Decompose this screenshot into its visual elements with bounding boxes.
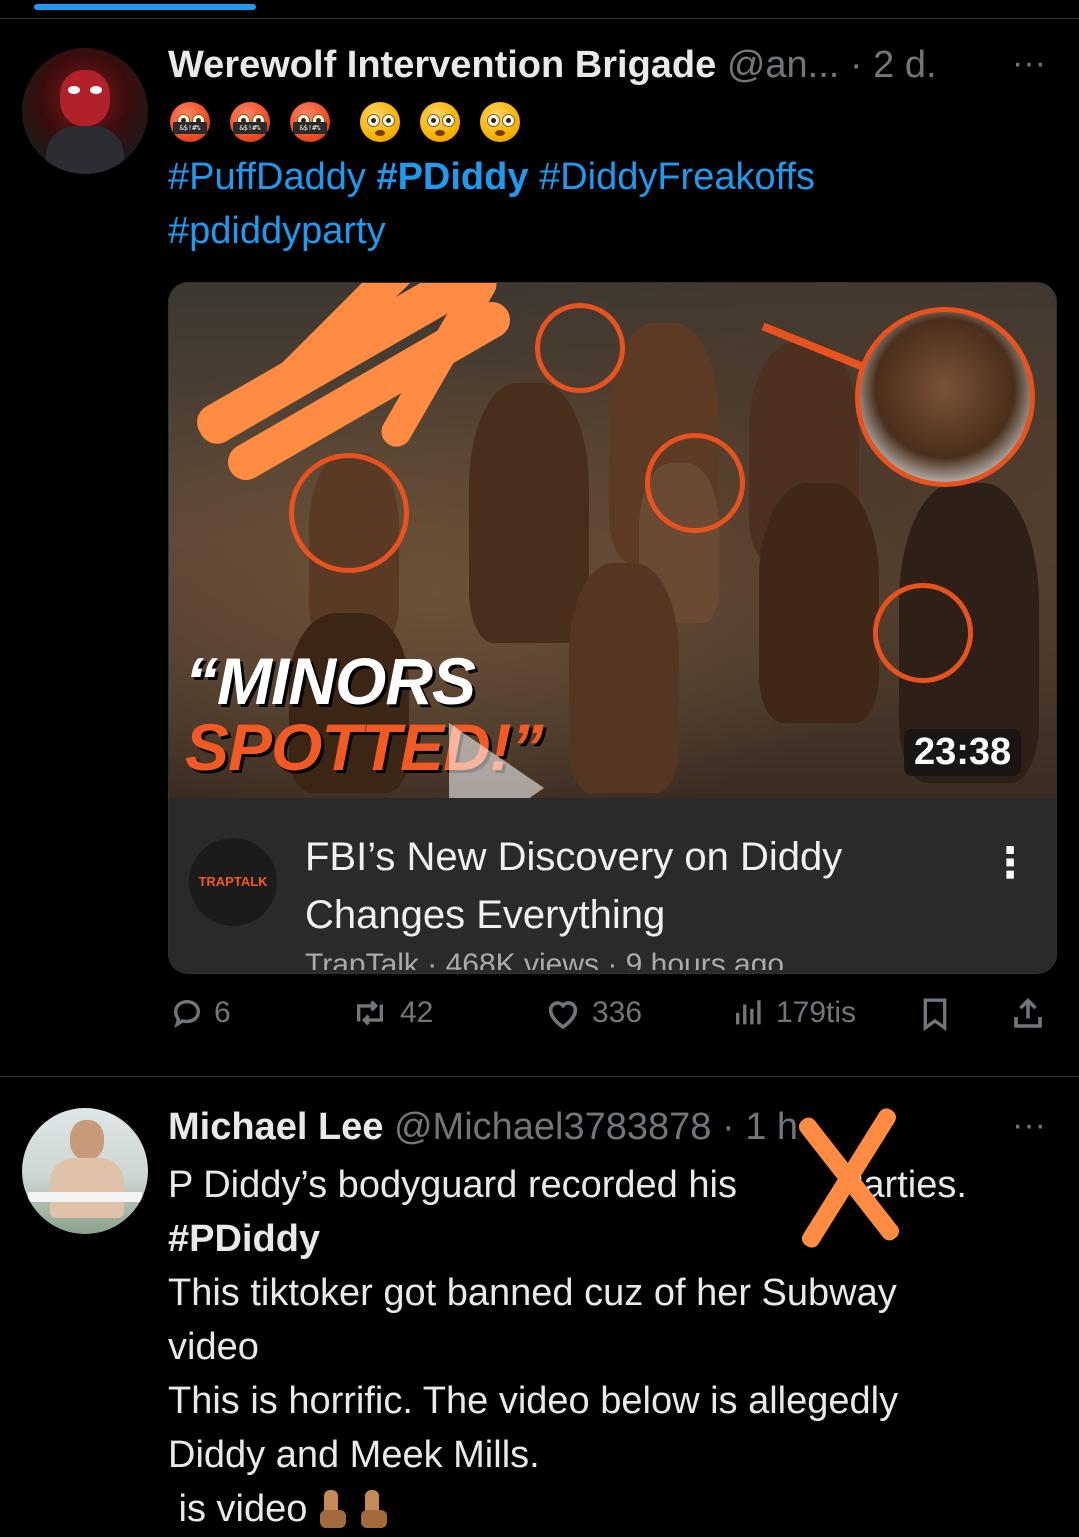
separator: ·: [722, 1106, 735, 1148]
tweet-text: This is horrific. The video below is all…: [168, 1380, 899, 1422]
display-name[interactable]: Werewolf Intervention Brigade: [168, 44, 716, 86]
tweet-text: P Diddy’s bodyguard recorded his: [168, 1164, 748, 1206]
angry-face-icon: &$!#%: [230, 102, 270, 142]
tweet-text: This tiktoker got banned cuz of her Subw…: [168, 1272, 897, 1314]
tweet-text-line: P Diddy’s bodyguard recorded his Parties…: [168, 1158, 1048, 1212]
video-info-bar: TRAPTALK FBI’s New Discovery on Diddy Ch…: [169, 798, 1056, 973]
view-count: 179tis: [776, 996, 857, 1029]
display-name[interactable]: Michael Lee: [168, 1106, 383, 1148]
timestamp[interactable]: 2 d.: [873, 44, 936, 86]
avatar[interactable]: [22, 48, 148, 174]
angry-face-icon: &$!#%: [170, 102, 210, 142]
channel-logo[interactable]: TRAPTALK: [189, 838, 277, 926]
handle[interactable]: @Michael3783878: [394, 1106, 711, 1148]
bar-chart-icon: [735, 1000, 761, 1025]
more-options-icon[interactable]: ···: [1012, 1106, 1046, 1145]
redaction-x-mark: [790, 1104, 910, 1254]
tweet-text: video: [168, 1326, 259, 1368]
share-button[interactable]: [1010, 996, 1046, 1032]
hashtag-link[interactable]: #PDiddy: [168, 1212, 1048, 1266]
tweet-text: Diddy and Meek Mills.: [168, 1434, 540, 1476]
video-duration: 23:38: [904, 729, 1022, 776]
handle[interactable]: @an...: [727, 44, 840, 86]
tweet-text: is video: [168, 1488, 308, 1530]
like-count: 336: [592, 996, 643, 1029]
like-button[interactable]: 336: [544, 996, 642, 1030]
active-tab-indicator: [34, 4, 256, 10]
repost-count: 42: [400, 996, 434, 1029]
hashtag-link[interactable]: #PuffDaddy: [168, 156, 366, 198]
angry-face-icon: &$!#%: [290, 102, 330, 142]
views-button[interactable]: 179tis: [732, 996, 856, 1030]
reply-button[interactable]: 6: [170, 996, 231, 1030]
hashtag-link[interactable]: #pdiddyparty: [168, 210, 386, 253]
repost-icon: [356, 1000, 384, 1026]
bookmark-button[interactable]: [918, 996, 952, 1032]
video-thumbnail[interactable]: “MINORS SPOTTED!” 23:38: [169, 283, 1056, 798]
hashtag-line: #PuffDaddy #PDiddy #DiddyFreakoffs: [168, 156, 815, 199]
top-tab-strip: [0, 0, 1079, 19]
pointing-down-icon: [359, 1489, 389, 1532]
flushed-face-icon: [420, 102, 460, 142]
hashtag-link[interactable]: #PDiddy: [376, 156, 528, 198]
reply-icon: [173, 999, 201, 1029]
repost-button[interactable]: 42: [350, 996, 433, 1030]
divider: [0, 1076, 1079, 1077]
video-menu-icon[interactable]: ⋮: [989, 838, 1031, 887]
share-icon: [1014, 997, 1042, 1028]
heart-icon: [548, 1001, 578, 1030]
hashtag-link[interactable]: #DiddyFreakoffs: [539, 156, 815, 198]
reply-count: 6: [214, 996, 231, 1029]
separator: ·: [849, 44, 863, 86]
tweet-header: Werewolf Intervention Brigade @an... · 2…: [168, 44, 937, 87]
flushed-face-icon: [480, 102, 520, 142]
video-title[interactable]: FBI’s New Discovery on Diddy Changes Eve…: [305, 828, 945, 944]
video-card[interactable]: “MINORS SPOTTED!” 23:38 TRAPTALK FBI’s N…: [168, 282, 1057, 974]
thumbnail-caption-top: “MINORS: [185, 644, 476, 718]
bookmark-icon: [923, 998, 947, 1032]
tweet-header: Michael Lee @Michael3783878 · 1 h: [168, 1106, 798, 1149]
tweet-text-line: is video: [168, 1482, 1048, 1536]
emoji-row: &$!#% &$!#% &$!#%: [170, 102, 530, 146]
flushed-face-icon: [360, 102, 400, 142]
avatar[interactable]: [22, 1108, 148, 1234]
more-options-icon[interactable]: ···: [1012, 44, 1046, 83]
tweet-actions: 6 42 336 179tis: [0, 996, 1079, 1042]
pointing-down-icon: [318, 1489, 348, 1532]
video-meta: TrapTalk · 468K views · 9 hours ago: [305, 948, 785, 970]
